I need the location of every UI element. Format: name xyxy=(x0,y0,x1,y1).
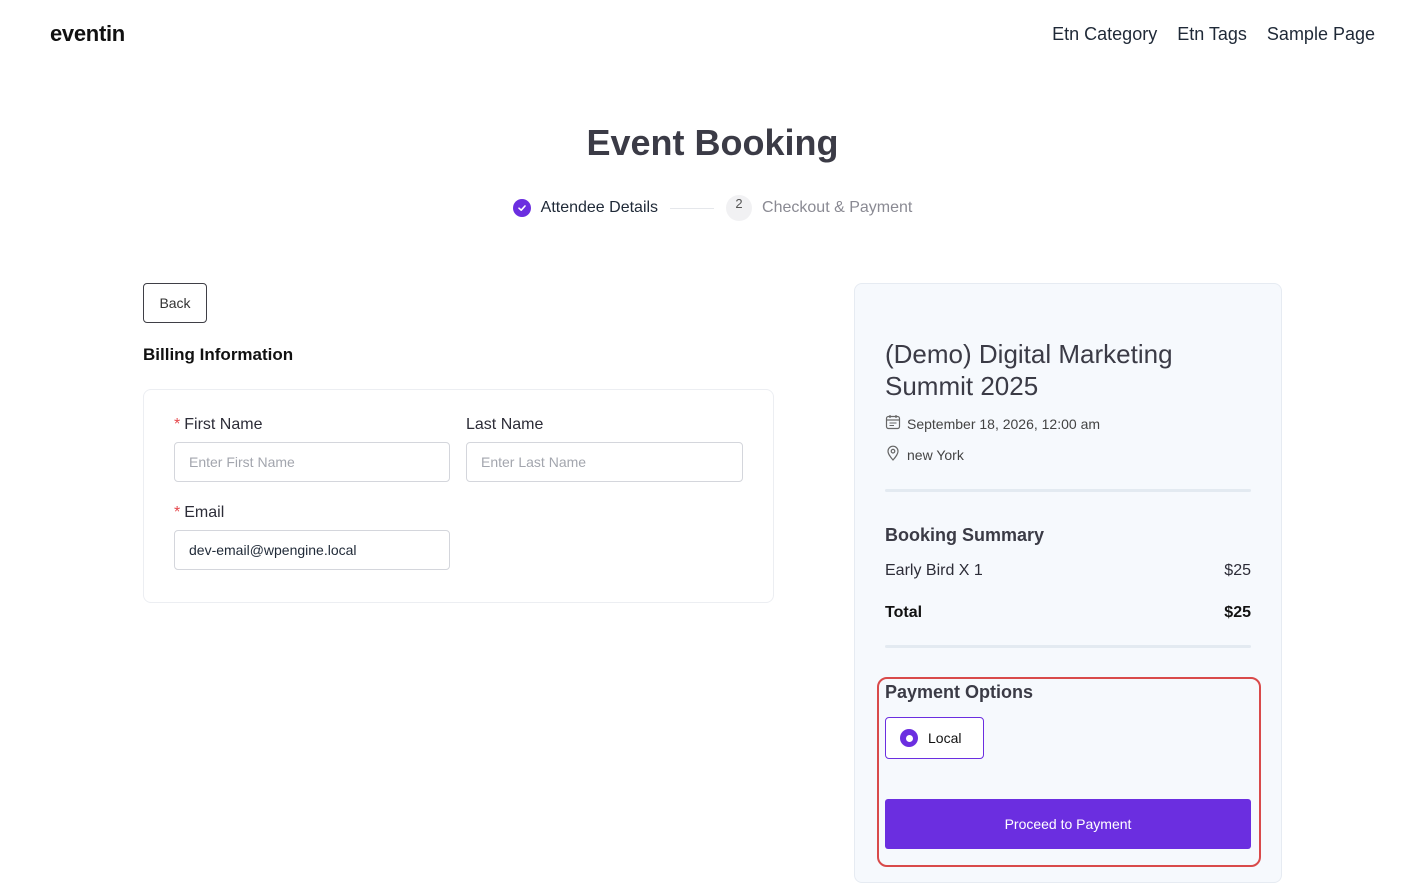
page-title: Event Booking xyxy=(586,122,839,163)
step-label: Attendee Details xyxy=(540,199,659,216)
location-pin-icon xyxy=(885,445,901,464)
first-name-input[interactable] xyxy=(174,442,450,482)
ticket-price: $25 xyxy=(1224,562,1251,579)
total-row: Total $25 xyxy=(885,604,1251,622)
step-label: Checkout & Payment xyxy=(762,199,913,216)
billing-title: Billing Information xyxy=(143,345,294,364)
payment-option-label: Local xyxy=(928,730,962,746)
total-label: Total xyxy=(885,604,923,621)
step-attendee-details: Attendee Details xyxy=(512,199,659,217)
nav-etn-tags[interactable]: Etn Tags xyxy=(1177,24,1247,45)
booking-steps: Attendee Details 2 Checkout & Payment xyxy=(0,195,1425,221)
event-location-text: new York xyxy=(907,446,964,463)
booking-summary-title: Booking Summary xyxy=(885,525,1045,545)
nav-sample-page[interactable]: Sample Page xyxy=(1267,24,1375,45)
step-number: 2 xyxy=(726,195,753,221)
main-nav: Etn Category Etn Tags Sample Page xyxy=(1052,24,1375,45)
step-checkout-payment: 2 Checkout & Payment xyxy=(726,195,912,221)
last-name-input[interactable] xyxy=(466,442,743,482)
payment-option-local[interactable]: Local xyxy=(885,717,984,759)
step-connector xyxy=(670,207,715,209)
ticket-line-item: Early Bird X 1 $25 xyxy=(885,562,1251,580)
ticket-label: Early Bird X 1 xyxy=(885,562,983,579)
last-name-label: Last Name xyxy=(466,416,544,433)
payment-options-title: Payment Options xyxy=(885,682,1034,702)
logo[interactable]: eventin xyxy=(50,21,125,47)
event-date: September 18, 2026, 12:00 am xyxy=(885,414,1100,433)
event-location: new York xyxy=(885,445,964,464)
radio-selected-icon[interactable] xyxy=(900,729,918,747)
first-name-label: * First Name xyxy=(174,416,263,433)
required-mark: * xyxy=(174,504,181,521)
event-title: (Demo) Digital Marketing Summit 2025 xyxy=(885,339,1173,401)
total-price: $25 xyxy=(1224,604,1251,621)
calendar-icon xyxy=(885,414,901,433)
required-mark: * xyxy=(174,416,181,433)
back-button[interactable]: Back xyxy=(143,283,207,323)
divider xyxy=(885,645,1251,648)
email-label: * Email xyxy=(174,504,225,521)
proceed-to-payment-button[interactable]: Proceed to Payment xyxy=(885,799,1251,849)
nav-etn-category[interactable]: Etn Category xyxy=(1052,24,1157,45)
check-icon xyxy=(512,199,531,217)
event-date-text: September 18, 2026, 12:00 am xyxy=(907,415,1101,432)
email-input[interactable] xyxy=(174,530,450,570)
divider xyxy=(885,489,1251,492)
